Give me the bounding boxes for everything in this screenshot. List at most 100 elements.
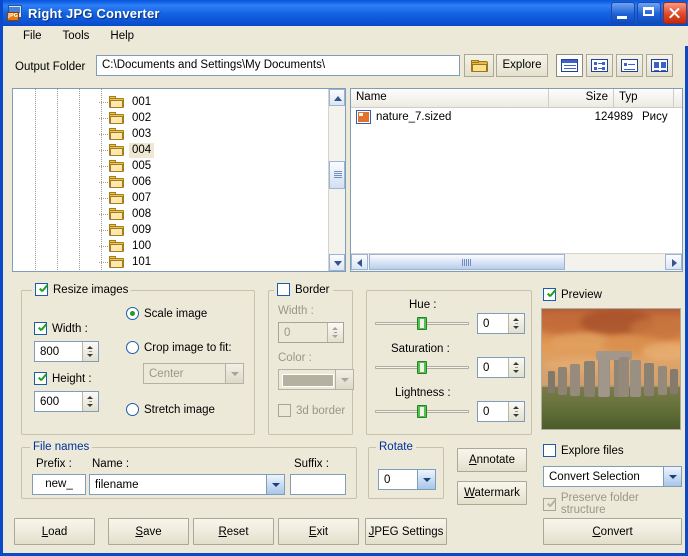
file-list[interactable]: Name Size Typ nature_7.sized 124989 Рису — [350, 88, 683, 272]
hue-label: Hue : — [409, 299, 437, 311]
large-icons-view-button[interactable] — [646, 54, 673, 77]
details-view-button[interactable] — [556, 54, 583, 77]
browse-folder-button[interactable] — [464, 54, 494, 77]
menu-item-file[interactable]: File — [14, 28, 51, 44]
slider-thumb[interactable] — [417, 361, 427, 374]
resize-images-checkbox[interactable]: Resize images — [32, 283, 131, 296]
column-header-size[interactable]: Size — [549, 89, 614, 107]
tree-scroll-up-button[interactable] — [329, 89, 345, 106]
file-list-horizontal-scrollbar[interactable] — [351, 253, 682, 271]
convert-mode-combo[interactable]: Convert Selection — [543, 466, 682, 487]
lightness-slider[interactable] — [375, 405, 469, 417]
tree-vertical-scrollbar[interactable] — [328, 89, 345, 271]
crop-anchor-combo[interactable]: Center — [143, 363, 244, 384]
suffix-input[interactable] — [290, 474, 346, 495]
tree-scrollbar-thumb[interactable] — [329, 161, 345, 189]
hue-stepper[interactable] — [508, 314, 524, 333]
radio-stretch-image[interactable]: Stretch image — [126, 403, 215, 416]
column-header-type[interactable]: Typ — [614, 89, 674, 107]
chevron-down-icon[interactable] — [266, 475, 284, 494]
saturation-stepper[interactable] — [508, 358, 524, 377]
border-label: Border — [295, 284, 330, 296]
height-stepper[interactable] — [82, 392, 98, 411]
rotate-combo[interactable]: 0 — [378, 469, 436, 490]
table-row[interactable]: nature_7.sized 124989 Рису — [351, 108, 682, 125]
load-button[interactable]: Load — [14, 518, 95, 545]
slider-thumb[interactable] — [417, 317, 427, 330]
preview-label: Preview — [561, 289, 602, 301]
list-view-button[interactable] — [586, 54, 613, 77]
folder-icon — [109, 240, 125, 253]
radio-crop-image-to-fit[interactable]: Crop image to fit: — [126, 341, 232, 354]
checkbox-box — [278, 404, 291, 417]
3d-border-checkbox[interactable]: 3d border — [278, 404, 345, 417]
folder-tree[interactable]: 001 002 003 004 005 006 007 008 009 100 … — [12, 88, 346, 272]
width-checkbox[interactable]: Width : — [34, 322, 88, 335]
chevron-down-icon[interactable] — [225, 364, 243, 383]
minimize-button[interactable] — [611, 2, 635, 24]
suffix-label: Suffix : — [294, 458, 329, 470]
height-spinner[interactable]: 600 — [34, 391, 99, 412]
tree-item-label: 102 — [129, 271, 154, 272]
preserve-folder-structure-checkbox[interactable]: Preserve folder structure — [543, 492, 685, 516]
border-width-stepper[interactable] — [327, 323, 343, 342]
lightness-stepper[interactable] — [508, 402, 524, 421]
watermark-button[interactable]: Watermark — [457, 481, 527, 505]
checkbox-box — [34, 372, 47, 385]
small-icons-view-button[interactable] — [616, 54, 643, 77]
tree-item-label: 006 — [129, 175, 154, 190]
tree-item-102[interactable]: 102 — [109, 269, 154, 272]
explore-files-checkbox[interactable]: Explore files — [543, 444, 624, 457]
name-combo[interactable]: filename — [89, 474, 285, 495]
height-checkbox[interactable]: Height : — [34, 372, 92, 385]
crop-image-label: Crop image to fit: — [144, 342, 232, 354]
menu-item-tools[interactable]: Tools — [54, 28, 99, 44]
chevron-right-icon — [672, 259, 678, 267]
saturation-slider[interactable] — [375, 361, 469, 373]
reset-button[interactable]: Reset — [193, 518, 274, 545]
hue-spinner[interactable]: 0 — [477, 313, 525, 334]
close-button[interactable] — [663, 2, 687, 24]
convert-button[interactable]: Convert — [543, 518, 682, 545]
menu-item-help[interactable]: Help — [101, 28, 143, 44]
save-button[interactable]: Save — [108, 518, 189, 545]
jpeg-settings-button[interactable]: JPEG Settings — [365, 518, 447, 545]
chevron-down-icon[interactable] — [417, 470, 435, 489]
exit-button[interactable]: Exit — [278, 518, 359, 545]
preview-image — [541, 308, 681, 430]
width-spinner[interactable]: 800 — [34, 341, 99, 362]
scale-image-label: Scale image — [144, 308, 207, 320]
column-header-name[interactable]: Name — [351, 89, 549, 107]
lightness-spinner[interactable]: 0 — [477, 401, 525, 422]
convert-mode-value: Convert Selection — [544, 471, 663, 483]
width-stepper[interactable] — [82, 342, 98, 361]
output-folder-row: Output Folder C:\Documents and Settings\… — [12, 54, 682, 82]
file-scrollbar-thumb[interactable] — [369, 254, 565, 270]
slider-thumb[interactable] — [417, 405, 427, 418]
border-color-swatch[interactable] — [278, 369, 336, 390]
preview-checkbox[interactable]: Preview — [543, 288, 602, 301]
border-width-spinner[interactable]: 0 — [278, 322, 344, 343]
title-bar: JPG Right JPG Converter — [3, 0, 688, 26]
height-value: 600 — [35, 396, 82, 408]
image-file-icon — [356, 110, 371, 124]
explore-button[interactable]: Explore — [496, 54, 548, 77]
tree-item-label: 007 — [129, 191, 154, 206]
explore-files-label: Explore files — [561, 445, 624, 457]
output-folder-input[interactable]: C:\Documents and Settings\My Documents\ — [96, 55, 460, 76]
chevron-down-icon[interactable] — [663, 467, 681, 486]
maximize-button[interactable] — [637, 2, 661, 24]
border-color-dropdown[interactable] — [335, 369, 354, 390]
hue-value: 0 — [478, 318, 508, 330]
tree-item-label: 009 — [129, 223, 154, 238]
radio-scale-image[interactable]: Scale image — [126, 307, 207, 320]
folder-icon — [109, 208, 125, 221]
file-scroll-right-button[interactable] — [665, 254, 682, 270]
annotate-button[interactable]: Annotate — [457, 448, 527, 472]
prefix-input[interactable]: new_ — [32, 474, 86, 495]
border-checkbox[interactable]: Border — [274, 283, 333, 296]
saturation-spinner[interactable]: 0 — [477, 357, 525, 378]
file-scroll-left-button[interactable] — [351, 254, 368, 270]
hue-slider[interactable] — [375, 317, 469, 329]
tree-scroll-down-button[interactable] — [329, 254, 345, 271]
